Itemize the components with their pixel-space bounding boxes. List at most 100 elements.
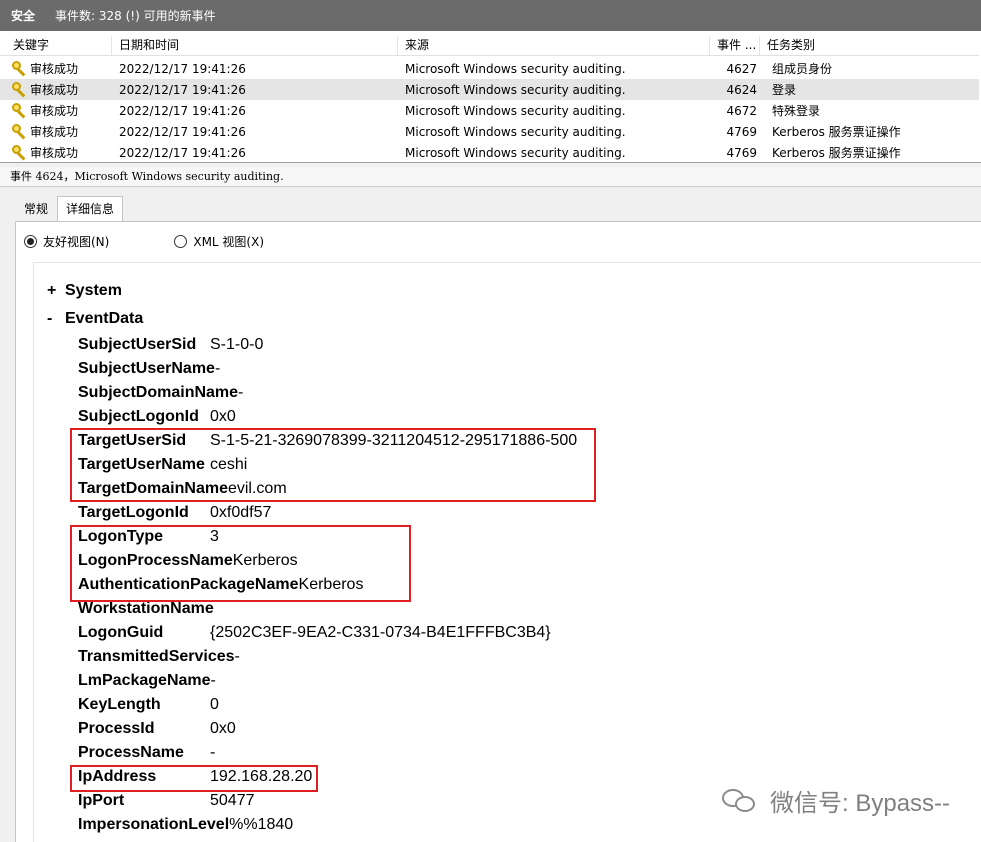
row-event-id: 4672 xyxy=(726,103,757,118)
row-keyword: 审核成功 xyxy=(30,83,79,97)
log-name: 安全 xyxy=(11,9,36,23)
field-row: KeyLength 0 xyxy=(78,693,219,717)
field-name: WorkstationName xyxy=(78,600,214,617)
field-name: KeyLength xyxy=(78,696,161,713)
key-icon xyxy=(11,81,28,98)
highlight-box-target-user xyxy=(70,428,596,502)
column-header-source[interactable]: 来源 xyxy=(398,36,710,55)
row-keyword: 审核成功 xyxy=(30,146,79,160)
row-task-category: 登录 xyxy=(772,83,797,97)
field-row: LmPackageName - xyxy=(78,669,216,693)
xml-view-label: XML 视图(X) xyxy=(193,235,265,249)
table-row-selected[interactable]: 审核成功 2022/12/17 19:41:26 Microsoft Windo… xyxy=(0,79,979,100)
field-value: S-1-0-0 xyxy=(210,336,264,353)
column-header-keyword[interactable]: 关键字 xyxy=(0,36,112,55)
xml-view-radio[interactable]: XML 视图(X) xyxy=(174,233,264,250)
row-keyword: 审核成功 xyxy=(30,62,79,76)
collapse-icon[interactable]: - xyxy=(47,310,65,328)
field-value: - xyxy=(238,384,244,401)
field-value: 0xf0df57 xyxy=(210,504,272,521)
row-source: Microsoft Windows security auditing. xyxy=(405,61,626,76)
table-row[interactable]: 审核成功 2022/12/17 19:41:26 Microsoft Windo… xyxy=(0,121,979,142)
field-value: - xyxy=(214,360,221,377)
row-event-id: 4769 xyxy=(726,145,757,160)
row-task-category: Kerberos 服务票证操作 xyxy=(772,146,901,160)
field-name: SubjectUserSid xyxy=(78,336,197,353)
row-keyword: 审核成功 xyxy=(30,125,79,139)
row-keyword: 审核成功 xyxy=(30,104,79,118)
event-description: 事件 4624，Microsoft Windows security audit… xyxy=(0,167,981,187)
detail-tabs: 常规 详细信息 xyxy=(15,196,124,222)
field-name: SubjectDomainName xyxy=(78,384,239,401)
friendly-view-label: 友好视图(N) xyxy=(43,235,110,249)
tree-node-label: EventData xyxy=(65,310,144,327)
field-row: ProcessName - xyxy=(78,741,215,765)
field-name: LogonGuid xyxy=(78,624,164,641)
row-datetime: 2022/12/17 19:41:26 xyxy=(119,103,246,118)
row-task-category: Kerberos 服务票证操作 xyxy=(772,125,901,139)
wechat-icon xyxy=(722,786,760,816)
field-row: SubjectUserName - xyxy=(78,357,220,381)
field-name: TargetLogonId xyxy=(78,504,189,521)
radio-unselected-icon xyxy=(174,235,188,248)
friendly-view-radio[interactable]: 友好视图(N) xyxy=(24,233,109,250)
field-row: TargetLogonId 0xf0df57 xyxy=(78,501,271,525)
log-title-bar: 安全 事件数: 328 (!) 可用的新事件 xyxy=(0,0,981,31)
key-icon xyxy=(11,144,28,161)
key-icon xyxy=(11,102,28,119)
field-name: ImpersonationLevel xyxy=(78,816,230,833)
watermark: 微信号: Bypass-- xyxy=(722,783,950,818)
row-datetime: 2022/12/17 19:41:26 xyxy=(119,145,246,160)
watermark-text: 微信号: Bypass-- xyxy=(770,790,951,817)
field-row: TransmittedServices - xyxy=(78,645,240,669)
field-name: LmPackageName xyxy=(78,672,211,689)
row-source: Microsoft Windows security auditing. xyxy=(405,145,626,160)
table-row[interactable]: 审核成功 2022/12/17 19:41:26 Microsoft Windo… xyxy=(0,142,979,162)
highlight-box-ip-address xyxy=(70,765,318,792)
field-value: 0 xyxy=(210,696,219,713)
column-header-datetime[interactable]: 日期和时间 xyxy=(112,36,398,55)
row-source: Microsoft Windows security auditing. xyxy=(405,82,626,97)
field-value: - xyxy=(234,648,240,665)
tree-node-eventdata[interactable]: - EventData xyxy=(47,310,143,328)
field-row: IpPort 50477 xyxy=(78,789,255,813)
key-icon xyxy=(11,123,28,140)
field-value: {2502C3EF-9EA2-C331-0734-B4E1FFFBC3B4} xyxy=(210,624,551,641)
event-list[interactable]: 关键字 日期和时间 来源 事件 ... 任务类别 审核成功 2022/12/17… xyxy=(0,31,981,163)
field-name: TransmittedServices xyxy=(78,648,235,665)
field-value: - xyxy=(210,744,216,761)
field-row: LogonGuid {2502C3EF-9EA2-C331-0734-B4E1FF… xyxy=(78,621,551,645)
row-datetime: 2022/12/17 19:41:26 xyxy=(119,124,246,139)
field-row: SubjectLogonId 0x0 xyxy=(78,405,236,429)
row-source: Microsoft Windows security auditing. xyxy=(405,103,626,118)
event-count: 事件数: 328 (!) 可用的新事件 xyxy=(55,9,216,23)
column-header-task-category[interactable]: 任务类别 xyxy=(760,36,979,55)
field-value: 0x0 xyxy=(210,720,236,737)
key-icon xyxy=(11,60,28,77)
field-name: ProcessName xyxy=(78,744,184,761)
field-name: IpPort xyxy=(78,792,125,809)
field-row: SubjectUserSid S-1-0-0 xyxy=(78,333,263,357)
tree-node-system[interactable]: + System xyxy=(47,282,122,300)
row-event-id: 4627 xyxy=(726,61,757,76)
column-header-event-id[interactable]: 事件 ... xyxy=(710,36,760,55)
tab-general[interactable]: 常规 xyxy=(15,196,57,222)
row-event-id: 4769 xyxy=(726,124,757,139)
field-row: ImpersonationLevel %%1840 xyxy=(78,813,293,837)
highlight-box-logon-type xyxy=(70,525,411,602)
row-task-category: 特殊登录 xyxy=(772,104,821,118)
expand-icon[interactable]: + xyxy=(47,282,65,300)
row-source: Microsoft Windows security auditing. xyxy=(405,124,626,139)
field-name: SubjectUserName xyxy=(78,360,215,377)
tab-details[interactable]: 详细信息 xyxy=(57,196,124,222)
view-options: 友好视图(N) XML 视图(X) xyxy=(24,233,264,250)
row-task-category: 组成员身份 xyxy=(772,62,833,76)
table-row[interactable]: 审核成功 2022/12/17 19:41:26 Microsoft Windo… xyxy=(0,58,979,79)
field-row: ProcessId 0x0 xyxy=(78,717,236,741)
field-value: 50477 xyxy=(210,792,255,809)
table-row[interactable]: 审核成功 2022/12/17 19:41:26 Microsoft Windo… xyxy=(0,100,979,121)
field-name: SubjectLogonId xyxy=(78,408,199,425)
event-list-header: 关键字 日期和时间 来源 事件 ... 任务类别 xyxy=(0,36,979,56)
row-event-id: 4624 xyxy=(726,82,757,97)
field-value: - xyxy=(210,672,216,689)
